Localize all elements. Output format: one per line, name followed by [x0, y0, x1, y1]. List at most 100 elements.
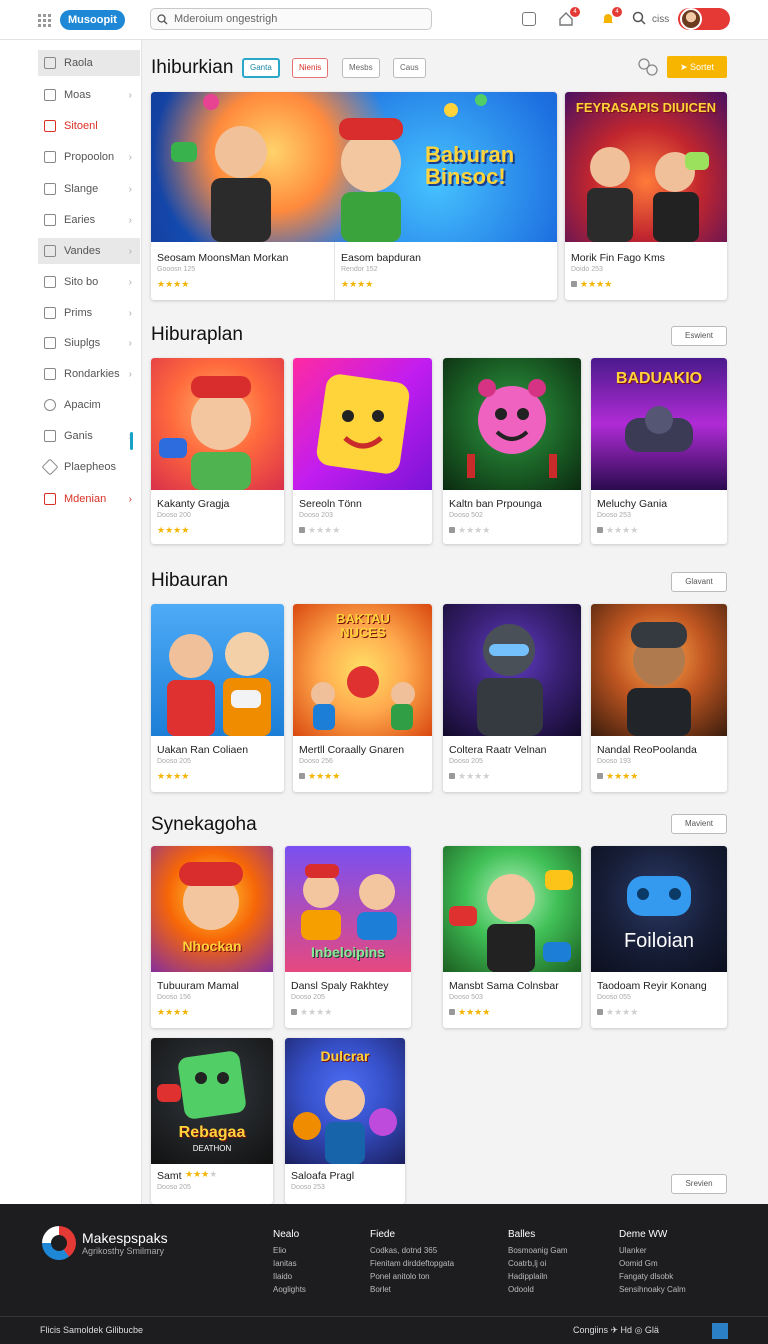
sidebar-item-moas[interactable]: Moas ›	[38, 82, 140, 108]
game-thumbnail	[591, 604, 727, 736]
home-icon[interactable]: 4	[558, 7, 580, 27]
card-subtitle: Dooso 256	[299, 758, 333, 765]
footer-link[interactable]: Bosmoanig Gam	[508, 1244, 568, 1257]
sidebar-item-vandes[interactable]: Vandes ›	[38, 238, 140, 264]
footer-logo-icon	[42, 1226, 76, 1260]
footer-link[interactable]: Borlet	[370, 1283, 454, 1296]
footer-legal-links[interactable]: Flicis Samoldek Gilibucbe	[40, 1325, 143, 1335]
game-card[interactable]: Inbeloipins Dansl Spaly Rakhtey Dooso 20…	[285, 846, 411, 1028]
sidebar-item-raola[interactable]: Raola	[38, 50, 140, 76]
sidebar-item-propoolon[interactable]: Propoolon ›	[38, 144, 140, 170]
footer-link[interactable]: Ilaido	[273, 1270, 306, 1283]
game-card[interactable]: Sereoln Tönn Dooso 203 ★★★★	[293, 358, 432, 544]
sidebar-item-earies[interactable]: Earies ›	[38, 207, 140, 233]
filter-chip-nienis[interactable]: Nienis	[292, 58, 329, 78]
sidebar-item-siuplgs[interactable]: Siuplgs ›	[38, 330, 140, 356]
chevron-right-icon: ›	[128, 337, 132, 349]
filter-chip-caus[interactable]: Caus	[393, 58, 426, 78]
search-input[interactable]	[174, 13, 414, 25]
chevron-right-icon: ›	[128, 183, 132, 195]
card-title: Saloafa Pragl	[291, 1170, 355, 1182]
rating-stars: ★★★★	[597, 525, 638, 536]
sort-icon: ➤	[679, 62, 691, 72]
pagination-button[interactable]: Srevien	[671, 1174, 727, 1194]
sidebar-item-mdenian[interactable]: Mdenian ›	[38, 486, 140, 512]
footer-link[interactable]: Hadipplailn	[508, 1270, 568, 1283]
lock-icon	[299, 527, 305, 533]
sidebar-item-sitoenl[interactable]: Sitoenl	[38, 113, 140, 139]
game-card[interactable]: Foiloian Taodoam Reyir Konang Dooso 055 …	[591, 846, 727, 1028]
app-logo[interactable]: Musoopit	[60, 9, 125, 30]
footer-link[interactable]: Ianitas	[273, 1257, 306, 1270]
featured-card-2[interactable]: FEYRASAPIS DIUICEN Morik Fin Fago Kms Do…	[565, 92, 727, 300]
card-title: Tubuuram Mamal	[157, 980, 239, 992]
game-card[interactable]: BAKTAU NUCES Mertll Coraally Gnaren Doos…	[293, 604, 432, 792]
game-card[interactable]: Nhockan Tubuuram Mamal Dooso 156 ★★★★	[151, 846, 273, 1028]
game-thumbnail	[443, 358, 581, 490]
chevron-right-icon: ›	[128, 214, 132, 226]
game-card[interactable]: Mansbt Sama Colnsbar Dooso 503 ★★★★	[443, 846, 581, 1028]
footer-link[interactable]: Oomid Gm	[619, 1257, 686, 1270]
game-card[interactable]: Coltera Raatr Velnan Dooso 205 ★★★★	[443, 604, 581, 792]
footer-link[interactable]: Sensihnoaky Calm	[619, 1283, 686, 1296]
rating-stars: ★★★★	[341, 279, 374, 289]
card-title: Morik Fin Fago Kms	[571, 252, 665, 264]
share-icon[interactable]	[636, 56, 660, 78]
chevron-right-icon: ›	[128, 368, 132, 380]
search-box[interactable]	[150, 8, 432, 30]
lock-icon	[597, 1009, 603, 1015]
footer-social-links[interactable]: Congiins ✈ Hd ◎ Glä	[573, 1325, 659, 1336]
footer-link[interactable]: Ponel anitolo ton	[370, 1270, 454, 1283]
window-icon[interactable]	[522, 12, 536, 26]
game-card[interactable]: Dulcrar Saloafa Pragl Dooso 253	[285, 1038, 405, 1204]
rating-stars: ★★★★	[571, 279, 612, 290]
thumbnail-banner-text: Dulcrar	[320, 1048, 370, 1064]
sidebar-item-rondarkies[interactable]: Rondarkies ›	[38, 361, 140, 387]
section-4-view-button[interactable]: Mavient	[671, 814, 727, 834]
rating-stars: ★★★★	[449, 1007, 490, 1018]
game-thumbnail: Foiloian	[591, 846, 727, 972]
game-card[interactable]: Uakan Ran Coliaen Dooso 205 ★★★★	[151, 604, 284, 792]
sidebar-item-apacim[interactable]: Apacim	[38, 392, 140, 418]
game-thumbnail: Dulcrar	[285, 1038, 405, 1164]
sidebar-item-plaepheos[interactable]: Plaepheos	[38, 454, 140, 480]
rating-stars: ★★★★	[299, 525, 340, 536]
footer-link[interactable]: Elio	[273, 1244, 306, 1257]
sidebar-item-slange[interactable]: Slange ›	[38, 176, 140, 202]
sidebar-item-sito-bo[interactable]: Sito bo ›	[38, 269, 140, 295]
twitter-icon[interactable]	[712, 1323, 728, 1339]
footer-heading: Deme WW	[619, 1229, 668, 1240]
character-illustration	[316, 374, 410, 474]
sort-button[interactable]: ➤ Sortet	[667, 56, 727, 78]
footer-link[interactable]: Aoglights	[273, 1283, 306, 1296]
thumbnail-banner-text: Rebagaa	[178, 1124, 246, 1141]
section-3-view-button[interactable]: Glavant	[671, 572, 727, 592]
game-card[interactable]: Kaltn ban Prpounga Dooso 502 ★★★★	[443, 358, 581, 544]
game-card[interactable]: Kakanty Gragja Dooso 200 ★★★★	[151, 358, 284, 544]
avatar[interactable]	[680, 8, 702, 30]
filter-chip-mesbs[interactable]: Mesbs	[342, 58, 380, 78]
featured-card-1[interactable]: Baburan Binsoc! Seosam MoonsMan Morkan G…	[151, 92, 557, 300]
filter-chip-ganta[interactable]: Ganta	[242, 58, 280, 78]
footer-link[interactable]: Fienitam dirddeftopgata	[370, 1257, 454, 1270]
card-subtitle: Dooso 253	[291, 1184, 325, 1191]
bell-icon[interactable]: 4	[600, 7, 622, 27]
sidebar-item-prims[interactable]: Prims ›	[38, 300, 140, 326]
search-icon	[157, 13, 168, 24]
footer-link[interactable]: Ulanker	[619, 1244, 686, 1257]
section-2-view-button[interactable]: Eswient	[671, 326, 727, 346]
game-card[interactable]: Nandal ReoPoolanda Dooso 193 ★★★★	[591, 604, 727, 792]
box-icon	[44, 183, 56, 195]
footer-link[interactable]: Odoold	[508, 1283, 568, 1296]
apps-grid-icon[interactable]	[38, 13, 52, 27]
footer-link[interactable]: Coatrb,lj oi	[508, 1257, 568, 1270]
sidebar-item-ganis[interactable]: Ganis›	[38, 423, 140, 449]
lock-icon	[291, 1009, 297, 1015]
footer-link[interactable]: Codkas, dotnd 365	[370, 1244, 454, 1257]
game-card[interactable]: Rebagaa DEATHON Samt ★★★★ Dooso 205	[151, 1038, 273, 1204]
card-subtitle: Dooso 205	[449, 758, 483, 765]
magnifier-icon[interactable]	[632, 11, 648, 27]
game-card[interactable]: BADUAKIO Meluchy Gania Dooso 253 ★★★★	[591, 358, 727, 544]
active-marker	[130, 432, 133, 450]
footer-link[interactable]: Fangaty dlsobk	[619, 1270, 686, 1283]
